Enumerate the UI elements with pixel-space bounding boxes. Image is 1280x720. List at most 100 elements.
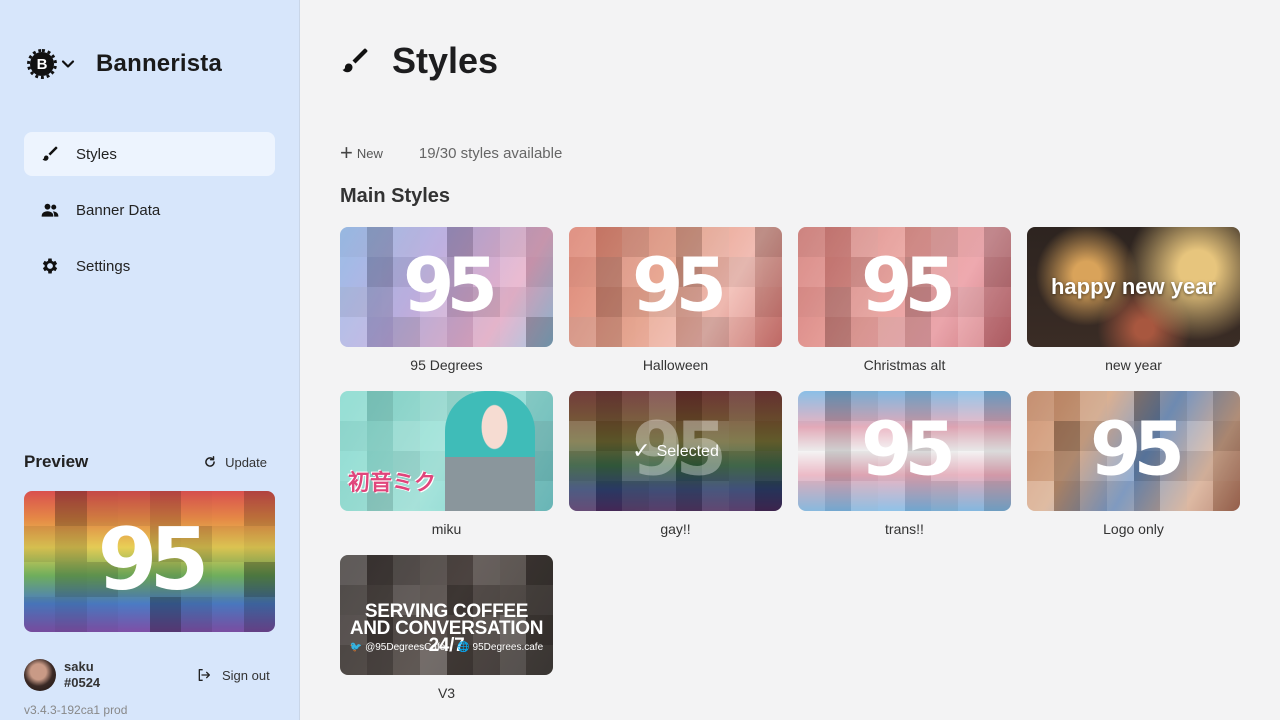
style-name: gay!! xyxy=(660,521,691,537)
style-card-new-year[interactable]: happy new year new year xyxy=(1027,227,1240,373)
mosaic-tile xyxy=(366,391,394,421)
style-thumbnail: 95 xyxy=(340,227,553,347)
sign-out-label: Sign out xyxy=(222,667,270,683)
style-thumbnail: 95 ✓ Selected xyxy=(569,391,782,511)
mosaic-tile xyxy=(340,391,367,421)
refresh-icon xyxy=(205,455,215,467)
mosaic-tile xyxy=(419,391,447,421)
styles-count: 19/30 styles available xyxy=(418,144,563,162)
chevron-down-icon xyxy=(61,60,75,68)
user-info: saku #0524 xyxy=(24,659,100,691)
mosaic-tile xyxy=(366,421,394,451)
style-card-v3[interactable]: SERVING COFFEE AND CONVERSATION 24/7 🐦 @… xyxy=(340,555,553,701)
style-thumbnail: 95 xyxy=(798,391,1011,511)
style-name: miku xyxy=(431,521,462,537)
brand-logo-letter: B xyxy=(36,55,48,73)
style-overlay-text: 95 xyxy=(861,406,956,493)
mosaic-tile xyxy=(526,555,553,585)
style-name: Christmas alt xyxy=(863,357,946,373)
style-card-gay[interactable]: 95 ✓ Selected gay!! xyxy=(569,391,782,537)
style-name: new year xyxy=(1105,357,1162,373)
mosaic-tile xyxy=(340,421,367,451)
people-icon xyxy=(40,200,60,220)
style-overlay-text: 95 xyxy=(632,242,727,329)
new-style-label: New xyxy=(356,145,383,161)
plus-icon: + xyxy=(340,140,353,165)
brand-logo-icon: B xyxy=(27,49,57,79)
style-thumbnail: happy new year xyxy=(1027,227,1240,347)
brush-icon xyxy=(40,144,60,164)
gear-icon xyxy=(40,256,60,276)
mosaic-tile xyxy=(366,555,394,585)
sidebar-item-settings[interactable]: Settings xyxy=(24,244,275,288)
website-text: 95Degrees.cafe xyxy=(472,642,544,653)
style-name: V3 xyxy=(437,685,456,701)
v3-social-row: 🐦 @95DegreesCafe 🌐 95Degrees.cafe xyxy=(340,642,553,653)
user-tag: #0524 xyxy=(64,675,101,690)
style-card-halloween[interactable]: 95 Halloween xyxy=(569,227,782,373)
sign-out-button[interactable]: Sign out xyxy=(196,667,270,683)
style-card-trans[interactable]: 95 trans!! xyxy=(798,391,1011,537)
app-name: Bannerista xyxy=(96,50,223,77)
style-thumbnail: 95 xyxy=(569,227,782,347)
page-title: Styles xyxy=(392,40,499,81)
sidebar-item-label: Styles xyxy=(76,145,117,163)
style-overlay-text: 95 xyxy=(861,242,956,329)
style-card-logo-only[interactable]: 95 Logo only xyxy=(1027,391,1240,537)
mosaic-tile xyxy=(393,391,420,421)
preview-logo-text: 95 xyxy=(97,509,210,610)
user-name: saku xyxy=(64,659,94,674)
style-thumbnail: SERVING COFFEE AND CONVERSATION 24/7 🐦 @… xyxy=(340,555,553,675)
sidebar-item-label: Banner Data xyxy=(76,201,161,219)
globe-icon: 🌐 xyxy=(457,642,470,653)
mosaic-tile xyxy=(419,421,447,451)
sidebar-nav: Styles Banner Data Settings xyxy=(24,132,275,300)
style-name: Logo only xyxy=(1103,521,1164,537)
style-overlay-text: happy new year xyxy=(1050,274,1217,299)
mosaic-tile xyxy=(393,421,420,451)
mosaic-tile xyxy=(393,555,420,585)
check-icon: ✓ xyxy=(632,438,651,463)
mosaic-tile xyxy=(419,555,447,585)
page-header: Styles xyxy=(340,40,498,82)
sidebar-item-label: Settings xyxy=(76,257,131,275)
style-thumbnail: 95 xyxy=(798,227,1011,347)
mosaic-tile xyxy=(473,555,500,585)
style-overlay-text: 95 xyxy=(403,242,498,329)
sign-out-icon xyxy=(198,669,210,681)
miku-figure xyxy=(445,391,535,511)
update-button[interactable]: Update xyxy=(203,455,267,470)
sidebar: B Bannerista Styles Banner Data Settings… xyxy=(0,0,300,720)
sidebar-item-styles[interactable]: Styles xyxy=(24,132,275,176)
style-thumbnail: 95 xyxy=(1027,391,1240,511)
styles-toolbar: + New 19/30 styles available xyxy=(340,140,563,165)
preview-header: Preview Update xyxy=(24,452,275,472)
mosaic-tile xyxy=(446,555,474,585)
sidebar-item-banner-data[interactable]: Banner Data xyxy=(24,188,275,232)
mosaic-tile xyxy=(340,555,367,585)
section-title: Main Styles xyxy=(340,185,451,207)
style-name: trans!! xyxy=(885,521,924,537)
twitter-icon: 🐦 xyxy=(349,642,363,653)
style-card-95-degrees[interactable]: 95 95 Degrees xyxy=(340,227,553,373)
selected-label: Selected xyxy=(656,443,719,460)
miku-logo-text: 初音ミク xyxy=(348,470,437,495)
style-name: 95 Degrees xyxy=(410,357,483,373)
update-label: Update xyxy=(225,454,267,470)
twitter-handle: 🐦 @95DegreesCafe xyxy=(350,642,445,653)
brand-switcher[interactable]: B Bannerista xyxy=(27,49,223,79)
banner-preview-image: 95 xyxy=(24,491,275,632)
twitter-handle-text: @95DegreesCafe xyxy=(365,642,446,653)
mosaic-tile xyxy=(499,555,527,585)
website-link: 🌐 95Degrees.cafe xyxy=(457,642,543,653)
style-name: Halloween xyxy=(642,357,709,373)
style-thumbnail: 初音ミク xyxy=(340,391,553,511)
brush-icon xyxy=(342,48,368,73)
preview-title: Preview xyxy=(24,452,89,471)
style-card-miku[interactable]: 初音ミク miku xyxy=(340,391,553,537)
selected-badge: ✓ Selected xyxy=(569,438,782,464)
new-style-button[interactable]: + New xyxy=(340,140,383,165)
app-version: v3.4.3-192ca1 prod xyxy=(24,703,128,717)
avatar xyxy=(24,659,56,691)
style-card-christmas-alt[interactable]: 95 Christmas alt xyxy=(798,227,1011,373)
